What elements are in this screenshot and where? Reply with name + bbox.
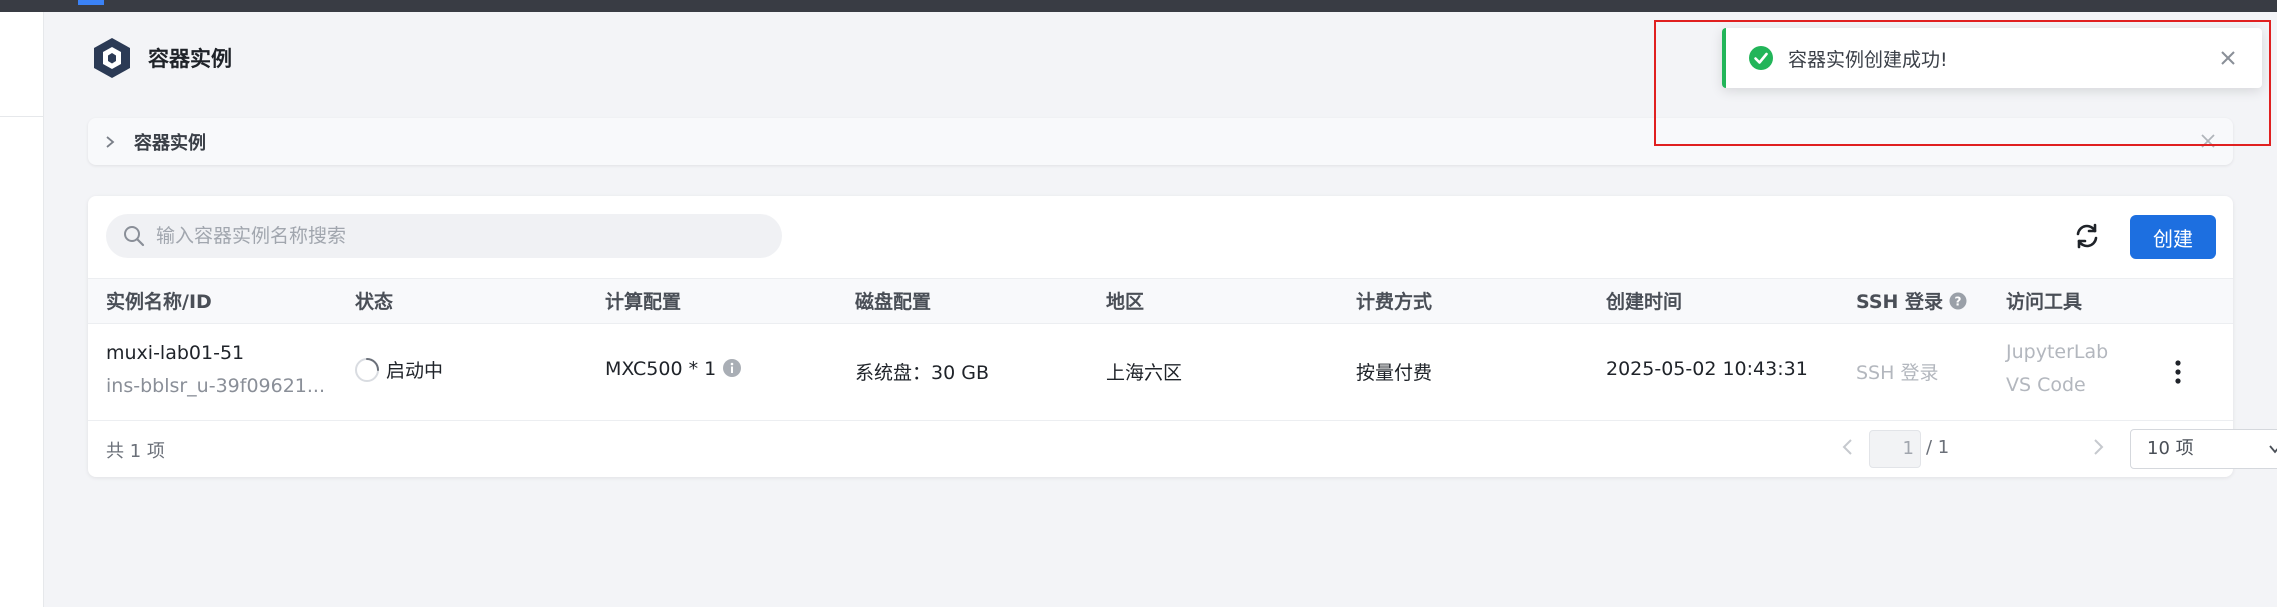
svg-text:?: ? — [1955, 295, 1962, 309]
instance-id: ins-bblsr_u-39f09621... — [106, 375, 326, 397]
search-input[interactable] — [156, 225, 756, 247]
instance-compute-label: MXC500 * 1 — [605, 358, 717, 380]
page-size-label: 10 项 — [2147, 438, 2194, 459]
more-vertical-icon[interactable] — [2168, 354, 2188, 390]
instance-compute: MXC500 * 1 — [605, 358, 742, 380]
create-button[interactable]: 创建 — [2130, 215, 2216, 259]
instance-created-time: 2025-05-02 10:43:31 — [1606, 358, 1808, 380]
column-header-compute[interactable]: 计算配置 — [605, 279, 681, 325]
table-row: muxi-lab01-51 ins-bblsr_u-39f09621... 启动… — [88, 324, 2233, 421]
chevron-left-icon[interactable] — [1836, 435, 1860, 459]
column-header-tools[interactable]: 访问工具 — [2006, 279, 2082, 325]
chevron-right-icon[interactable] — [102, 134, 118, 150]
info-icon[interactable] — [722, 358, 742, 378]
top-bar-accent — [78, 0, 104, 5]
page-title: 容器实例 — [148, 47, 232, 71]
instance-billing: 按量付费 — [1356, 362, 1433, 384]
page-number-input[interactable]: 1 — [1869, 430, 1921, 468]
instance-list-card: 创建 实例名称/ID 状态 计算配置 磁盘配置 地区 计费方式 创建时间 SSH… — [88, 196, 2277, 477]
column-header-created[interactable]: 创建时间 — [1606, 279, 1682, 325]
column-header-ssh-label: SSH 登录 — [1856, 291, 1944, 313]
top-bar — [0, 0, 2277, 12]
instance-region: 上海六区 — [1106, 362, 1183, 384]
column-header-disk[interactable]: 磁盘配置 — [855, 279, 931, 325]
instance-status-label: 启动中 — [386, 360, 444, 382]
chevron-right-icon[interactable] — [2086, 435, 2110, 459]
sidebar-divider — [0, 116, 44, 117]
spinner-icon — [355, 358, 379, 382]
page-total: / 1 — [1926, 437, 1950, 458]
list-toolbar: 创建 — [88, 196, 2233, 278]
refresh-icon[interactable] — [2071, 220, 2103, 252]
instance-name[interactable]: muxi-lab01-51 — [106, 342, 244, 364]
ssh-login-link[interactable]: SSH 登录 — [1856, 358, 1938, 385]
jupyterlab-link[interactable]: JupyterLab — [2006, 341, 2108, 363]
chevron-down-icon — [2269, 445, 2277, 454]
column-header-ssh[interactable]: SSH 登录 ? — [1856, 279, 1967, 325]
vscode-link[interactable]: VS Code — [2006, 374, 2086, 396]
instance-disk: 系统盘：30 GB — [855, 362, 989, 384]
highlight-annotation — [1654, 20, 2271, 146]
total-count: 共 1 项 — [106, 441, 165, 462]
column-header-name[interactable]: 实例名称/ID — [106, 279, 212, 325]
page-header: 容器实例 — [90, 36, 232, 80]
search-box[interactable] — [106, 214, 782, 258]
column-header-region[interactable]: 地区 — [1106, 279, 1144, 325]
collapse-panel-label: 容器实例 — [134, 132, 206, 154]
search-icon — [124, 226, 145, 247]
help-icon[interactable]: ? — [1949, 292, 1967, 310]
sidebar — [0, 12, 44, 607]
column-header-billing[interactable]: 计费方式 — [1356, 279, 1432, 325]
logo-icon — [94, 38, 130, 78]
column-header-status[interactable]: 状态 — [355, 279, 393, 325]
page-size-select[interactable]: 10 项 — [2130, 429, 2277, 469]
pagination-bar: 共 1 项 1 / 1 10 项 — [88, 421, 2277, 477]
instance-status: 启动中 — [354, 356, 443, 383]
table-header: 实例名称/ID 状态 计算配置 磁盘配置 地区 计费方式 创建时间 SSH 登录… — [88, 278, 2233, 324]
